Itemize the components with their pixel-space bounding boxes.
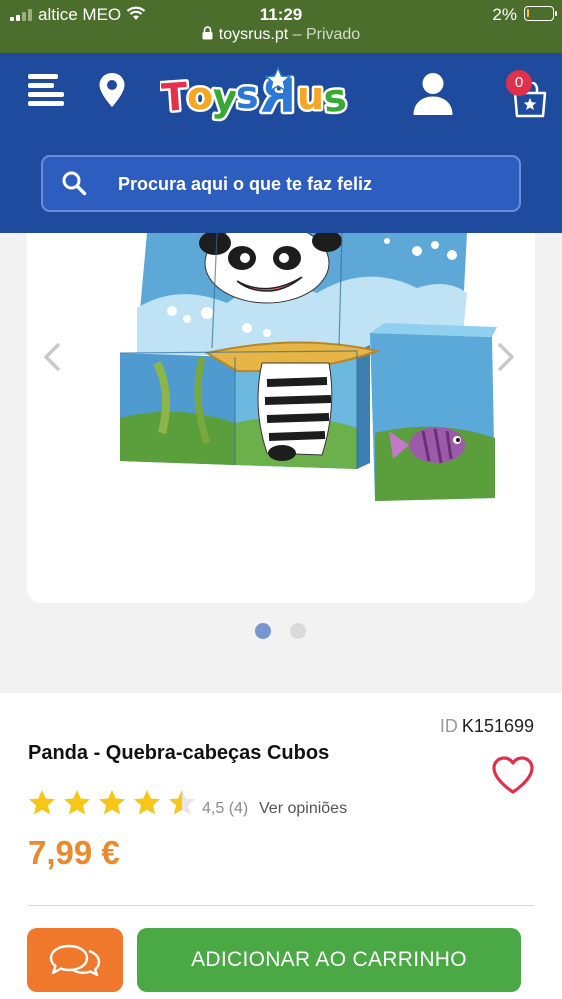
lock-icon — [202, 26, 213, 40]
search-icon — [62, 171, 87, 196]
divider — [28, 905, 534, 906]
star-icon — [64, 790, 90, 815]
product-price: 7,99 € — [28, 834, 120, 871]
rating-value: 4,5 (4) — [202, 800, 249, 817]
svg-text:T: T — [160, 74, 189, 120]
svg-text:o: o — [187, 74, 213, 118]
heart-icon[interactable] — [491, 755, 535, 795]
location-pin-icon[interactable] — [98, 72, 126, 108]
product-gallery — [27, 233, 535, 603]
status-bar: altice MEO 11:29 2% toysrus.pt – Privado — [0, 0, 562, 53]
star-icon — [99, 790, 125, 815]
product-id-label: ID — [439, 716, 458, 736]
chat-bubbles-icon — [49, 944, 101, 977]
private-label: – Privado — [292, 26, 361, 43]
chevron-left-icon[interactable] — [40, 342, 64, 372]
product-title: Panda - Quebra-cabeças Cubos — [28, 742, 330, 764]
star-icon — [134, 790, 160, 815]
product-id: ID K151699 — [440, 716, 534, 737]
star-icon — [29, 790, 55, 815]
svg-text:u: u — [297, 74, 324, 118]
gallery-dot-2[interactable] — [290, 623, 306, 639]
url-text: toysrus.pt — [218, 26, 289, 43]
search-input[interactable]: Procura aqui o que te faz feliz — [41, 155, 521, 212]
product-id-value: K151699 — [461, 716, 534, 736]
battery-percent: 2% — [492, 5, 517, 24]
svg-text:s: s — [236, 73, 259, 117]
cart-count-badge: 0 — [506, 70, 532, 96]
chat-button[interactable] — [27, 928, 123, 992]
see-reviews-link[interactable]: Ver opiniões — [259, 800, 347, 818]
user-icon[interactable] — [412, 72, 454, 116]
add-to-cart-button[interactable]: ADICIONAR AO CARRINHO — [137, 928, 521, 992]
svg-text:y: y — [210, 75, 239, 121]
address-bar[interactable]: toysrus.pt – Privado — [0, 26, 562, 44]
gallery-dot-1[interactable] — [255, 623, 271, 639]
svg-text:s: s — [322, 75, 348, 121]
battery-icon — [524, 6, 557, 21]
clock: 11:29 — [259, 5, 303, 24]
search-placeholder: Procura aqui o que te faz feliz — [118, 174, 373, 194]
menu-icon[interactable] — [28, 74, 66, 108]
product-image[interactable] — [117, 233, 502, 505]
toysrus-logo[interactable]: T o y s R u s — [160, 62, 360, 128]
chevron-right-icon[interactable] — [494, 342, 518, 372]
star-icon — [169, 790, 195, 815]
